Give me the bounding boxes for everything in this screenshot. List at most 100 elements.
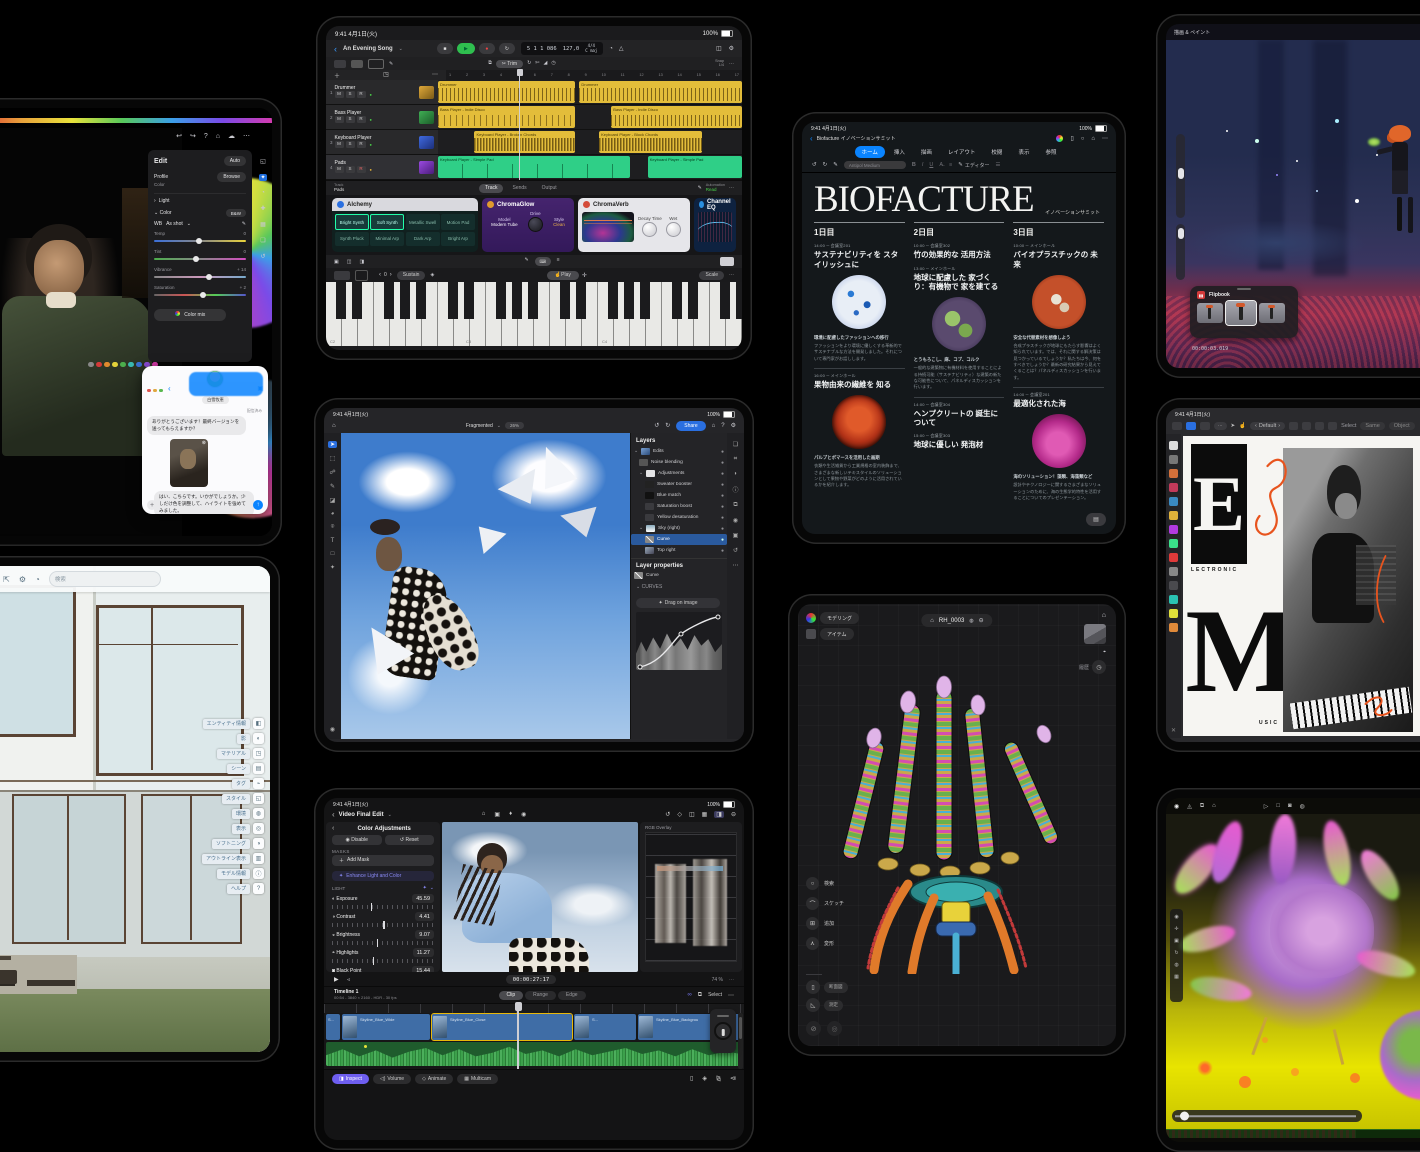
node-tool[interactable] <box>1169 455 1178 464</box>
tab-layout[interactable]: レイアウト <box>941 146 983 158</box>
gradient-tool[interactable] <box>1169 525 1178 534</box>
song-title[interactable]: An Evening Song <box>343 46 393 52</box>
timeline-scrollbar[interactable] <box>738 1013 743 1069</box>
shape-tool[interactable] <box>1169 581 1178 590</box>
cycle-button[interactable]: ↻ <box>499 43 515 54</box>
pages-icon[interactable] <box>1172 422 1182 430</box>
keyboard-mode-button[interactable]: ⌨ <box>535 257 551 266</box>
sketch-icon[interactable]: ⌒ <box>806 897 819 910</box>
list-button[interactable]: ☰ <box>995 162 1000 168</box>
panel-tags[interactable]: タグ⌁ <box>202 778 264 789</box>
preset-soft-synth[interactable]: Soft Synth <box>370 214 404 230</box>
multicam-button[interactable]: ▦ Multicam <box>457 1074 498 1084</box>
plugin-channel-eq[interactable]: Channel EQ <box>694 198 736 252</box>
heal-icon[interactable]: ✚ <box>260 205 265 212</box>
track-options-icon[interactable]: ◳ <box>383 71 389 80</box>
tab-reference[interactable]: 参照 <box>1038 146 1063 158</box>
timeline-ruler[interactable]: 1234567891011121314151617 <box>446 70 742 80</box>
viewer-zoom[interactable]: 74 % <box>712 977 723 983</box>
search-input[interactable]: 検索 <box>49 571 161 587</box>
back-icon[interactable]: ‹ <box>334 44 337 54</box>
panel-back-icon[interactable]: ‹ <box>332 825 334 832</box>
redo-icon[interactable]: ↪ <box>190 132 196 140</box>
home-icon[interactable]: ⌂ <box>930 618 934 624</box>
faders-icon[interactable]: ≡ <box>557 257 560 266</box>
split-left-icon[interactable]: ⧎ <box>716 1075 721 1082</box>
play-mode-button[interactable]: ☝ Play <box>547 271 579 280</box>
timeline-scrubber[interactable] <box>1172 1110 1362 1122</box>
more-rail-icon[interactable]: ⋯ <box>733 562 739 569</box>
align-icon[interactable] <box>1289 422 1298 430</box>
light-section[interactable]: Light <box>159 198 170 204</box>
play-button[interactable]: ▶ <box>334 976 339 983</box>
plugin-chromaglow[interactable]: ChromaGlow ModelModern Tube Drive StyleC… <box>482 198 574 252</box>
layer-sky[interactable]: ⌄Sky (right)● <box>631 523 727 534</box>
more-icon[interactable]: ⋯ <box>729 61 734 67</box>
items-icon[interactable] <box>806 629 816 639</box>
measure-icon[interactable]: ◺ <box>806 998 820 1012</box>
rail-light-icon[interactable]: ◍ <box>1174 962 1178 968</box>
panel-model-info[interactable]: モデル情報ⓘ <box>202 868 264 879</box>
octave-down-button[interactable]: ‹ <box>379 272 381 278</box>
pen-icon[interactable]: ✎ <box>525 257 529 266</box>
rail-grid-icon[interactable]: ▦ <box>1174 974 1179 980</box>
editor-button[interactable]: ✎ エディター <box>958 162 989 169</box>
message-photo[interactable]: ⊗ <box>170 439 208 487</box>
import-icon[interactable]: ⌂ <box>482 811 486 818</box>
inspect-button[interactable]: ◨ Inspect <box>332 1074 369 1084</box>
preset-dropdown[interactable]: ‹ Default › <box>1250 422 1285 430</box>
select-menu[interactable]: Select <box>708 992 722 998</box>
tab-view[interactable]: 表示 <box>1011 146 1036 158</box>
region-keys-2[interactable]: Keyboard Player - Block Chords <box>599 131 702 153</box>
layer-curve[interactable]: Curve● <box>631 534 727 545</box>
undo-icon[interactable]: ↺ <box>812 162 817 168</box>
layer-yellow[interactable]: Yellow desaturation● <box>631 512 727 523</box>
minimize-icon[interactable]: ⊖ <box>731 811 736 818</box>
move-tool[interactable]: ➤ <box>328 441 337 448</box>
keyboard-toggle[interactable] <box>720 257 734 266</box>
slider-black-point[interactable]: ◙ Black Point15.44 <box>332 966 434 972</box>
visibility-toggle[interactable]: ⊘ <box>806 1021 821 1036</box>
mask-rail-icon[interactable]: ▣ <box>733 532 739 539</box>
add-icon[interactable]: ⊞ <box>806 917 819 930</box>
panel-entity-info[interactable]: エンティティ情報◧ <box>202 718 264 729</box>
layer-noise[interactable]: Noise blending● <box>631 457 727 468</box>
brush-tool[interactable]: ✎ <box>330 483 335 490</box>
layer-blue-match[interactable]: Blue match● <box>631 490 727 501</box>
vector-brush-tool[interactable] <box>1169 539 1178 548</box>
mixer-icon[interactable]: ◫ <box>716 45 722 52</box>
robotic-hand-model[interactable] <box>838 674 1078 974</box>
quantize-icon[interactable]: ◫ <box>347 259 352 265</box>
reset-button[interactable]: ↺ Reset <box>385 835 435 845</box>
track-row-keys[interactable]: 3 Keyboard Player MSR● Keyboard Player -… <box>326 130 742 155</box>
bw-button[interactable]: B&W <box>226 209 246 217</box>
settings-icon[interactable]: ◍ <box>1300 803 1305 810</box>
region-bass-2[interactable]: Bass Player - Indie Disco <box>611 106 742 128</box>
saturation-slider[interactable] <box>154 294 246 296</box>
timeline-ruler[interactable] <box>324 1003 744 1013</box>
split-icon[interactable]: ✄ <box>535 60 539 68</box>
undo-icon[interactable]: ↺ <box>654 422 659 429</box>
masking-icon[interactable]: ◔ <box>261 190 265 196</box>
volume-button[interactable]: ◁) Volume <box>373 1074 411 1084</box>
project-title[interactable]: Video Final Edit <box>339 812 384 818</box>
footer-more-icon[interactable]: ⋯ <box>729 185 734 191</box>
cloud-icon[interactable]: ☁ <box>228 132 235 140</box>
track-row-bass[interactable]: 2 Bass Player MSR● Bass Player - Indie D… <box>326 105 742 130</box>
pencil-tool-icon[interactable]: ✎ <box>389 61 393 67</box>
home-icon[interactable]: ⌂ <box>332 423 336 429</box>
add-track-button[interactable]: ＋ <box>334 71 340 80</box>
panel-softening[interactable]: ソフトニング◑ <box>202 838 264 849</box>
region-drummer-1[interactable]: Drummer <box>438 81 575 103</box>
transform-icon[interactable]: ⋏ <box>806 937 819 950</box>
more-icon[interactable]: ⋯ <box>243 132 250 140</box>
eyedropper-icon[interactable]: ✎ <box>242 221 246 227</box>
auto-button[interactable]: Auto <box>224 156 246 166</box>
clone-tool[interactable]: ⌾ <box>331 524 335 531</box>
italic-button[interactable]: I <box>922 162 924 168</box>
back-icon[interactable]: ‹ <box>810 134 813 143</box>
share-icon[interactable]: ⌂ <box>216 133 220 140</box>
keyboard-more-icon[interactable]: ⋯ <box>729 272 734 278</box>
octave-up-button[interactable]: › <box>390 272 392 278</box>
project-menu-icon[interactable]: ⌄ <box>388 812 392 818</box>
